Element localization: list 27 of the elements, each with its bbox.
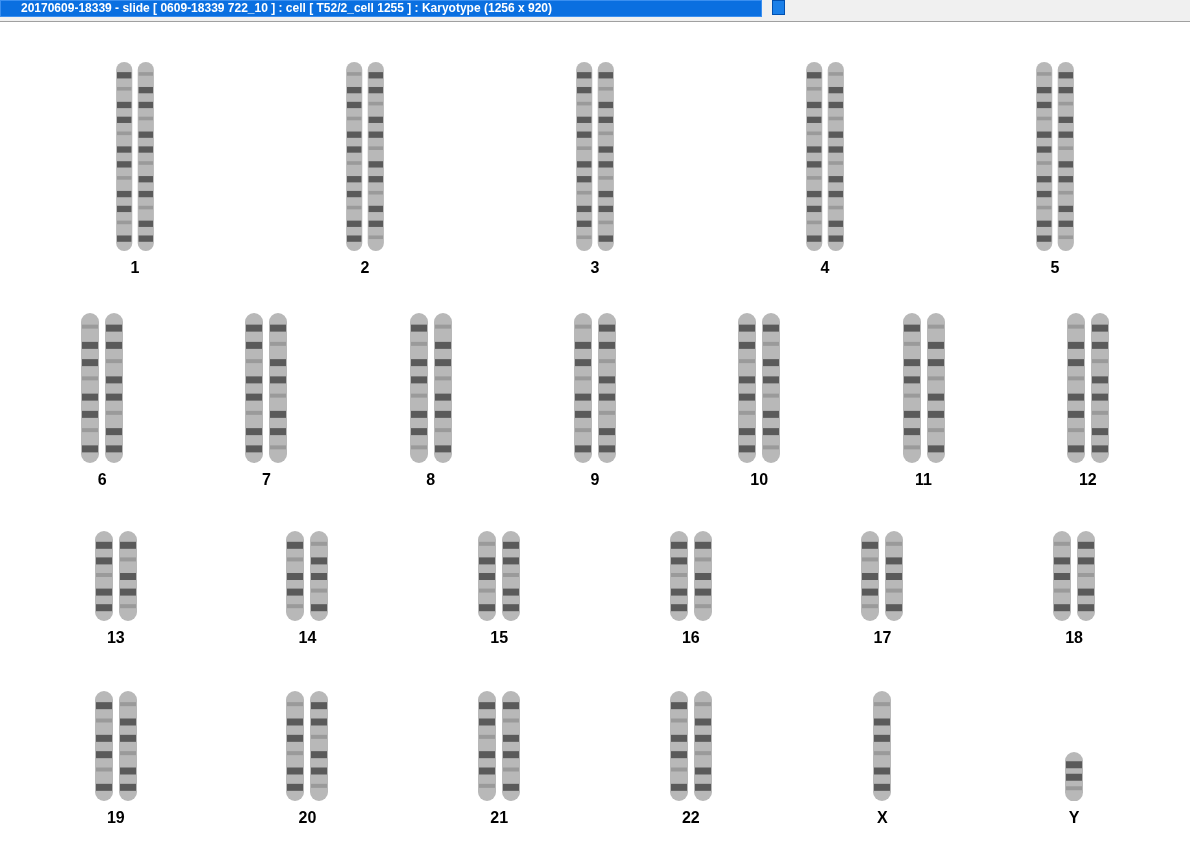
chromosome-label: 10 [750, 471, 769, 489]
chromosome-label: 19 [106, 809, 125, 827]
chromosome-label: 18 [1065, 629, 1083, 647]
chromosome-label: 14 [298, 629, 317, 647]
chromosome-label: 2 [360, 259, 370, 277]
chromosome-label: 17 [873, 629, 892, 647]
chromosome-label: 21 [490, 809, 509, 827]
chromosome-label: 20 [298, 809, 317, 827]
window-title: 20170609-18339 - slide [ 0609-18339 722_10 ] : cell [ T52/2_cell 1255 ] : Karyotype (1256 x 920) [0, 0, 762, 17]
chromosome-label: X [877, 809, 888, 827]
chromosome-label: 7 [261, 471, 271, 489]
chromosome-label: 22 [681, 809, 700, 827]
chromosome-label: 13 [106, 629, 125, 647]
chromosome-label: 4 [820, 259, 830, 277]
scroll-thumb-icon[interactable] [772, 0, 785, 15]
chromosome-label: 16 [681, 629, 700, 647]
chromosome-drawing [1064, 751, 1085, 801]
chromosome-label: 11 [915, 471, 932, 489]
chromosome-label: Y [1068, 809, 1080, 827]
chromosome-label: 9 [590, 471, 600, 489]
chromosome-label: 1 [130, 259, 140, 277]
chromosome-label: 3 [590, 259, 600, 277]
chromosome-label: 5 [1050, 259, 1060, 277]
chromosome-label: 12 [1078, 471, 1097, 489]
chromosome-label: 15 [490, 629, 509, 647]
chromosome-label: 6 [97, 471, 107, 489]
chromosome-label: 8 [426, 471, 436, 489]
